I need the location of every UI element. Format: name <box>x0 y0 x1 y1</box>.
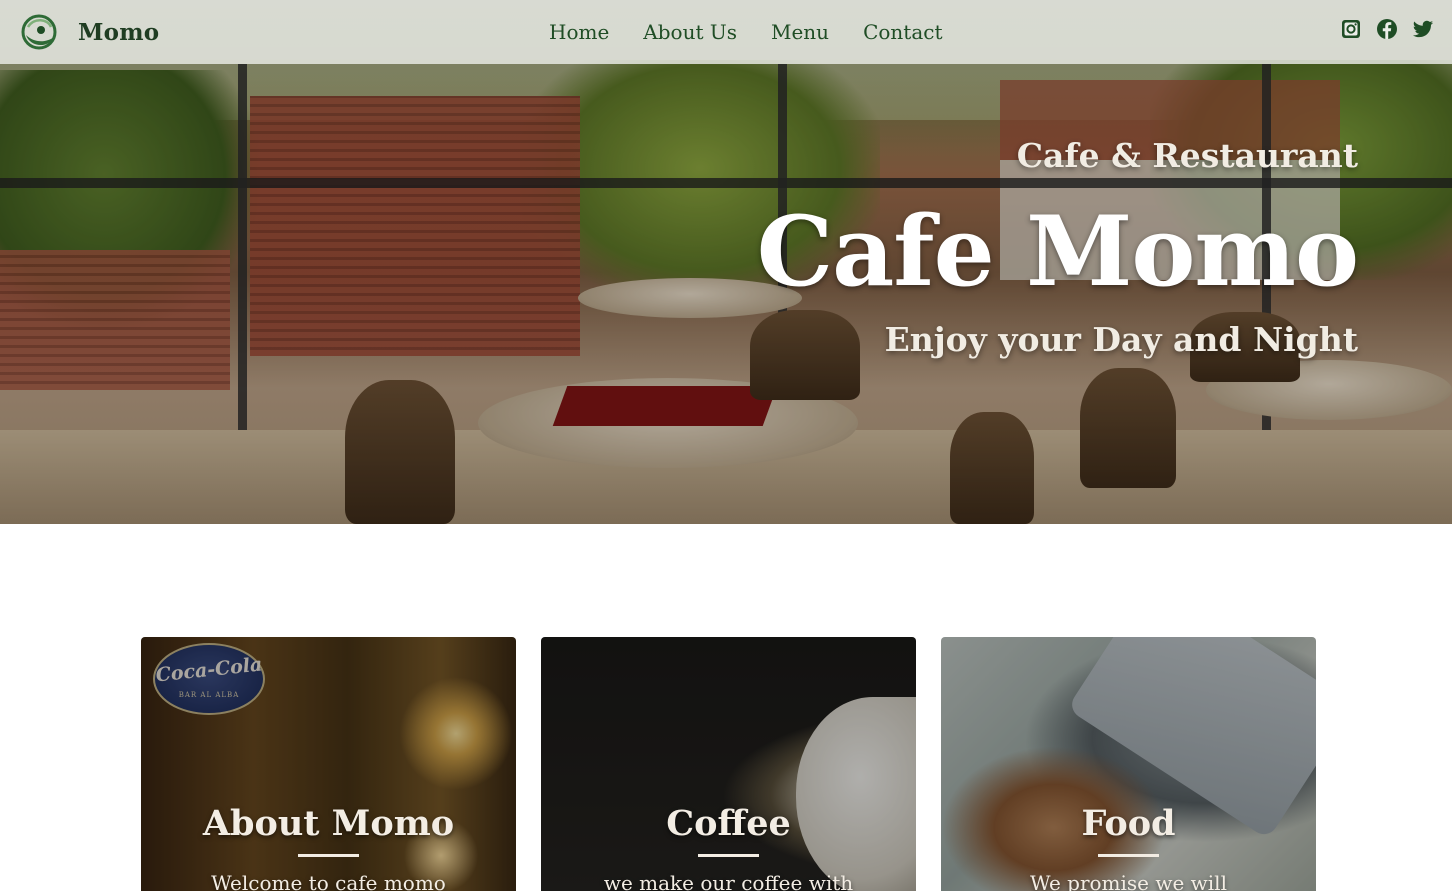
nav-link-contact[interactable]: Contact <box>846 20 959 44</box>
hero-banner: Cafe & Restaurant Cafe Momo Enjoy your D… <box>0 0 1452 524</box>
card-food[interactable]: Food We promise we will <box>941 637 1316 891</box>
card-divider <box>698 854 759 857</box>
social-links <box>1340 18 1434 40</box>
card-text: Welcome to cafe momo <box>211 871 446 891</box>
card-coffee[interactable]: Coffee we make our coffee with <box>541 637 916 891</box>
card-about-momo[interactable]: Coca-Cola BAR AL ALBA About Momo Welcome… <box>141 637 516 891</box>
card-divider <box>298 854 359 857</box>
card-title: About Momo <box>202 803 455 844</box>
card-divider <box>1098 854 1159 857</box>
main-nav: Home About Us Menu Contact <box>532 0 960 64</box>
card-overlay <box>141 637 516 891</box>
hero-text-block: Cafe & Restaurant Cafe Momo Enjoy your D… <box>756 130 1359 364</box>
navbar: Momo Home About Us Menu Contact <box>0 0 1452 64</box>
card-text: We promise we will <box>1030 871 1227 891</box>
card-overlay <box>541 637 916 891</box>
instagram-icon[interactable] <box>1340 18 1362 40</box>
hero-subtitle-bottom: Enjoy your Day and Night <box>884 320 1358 359</box>
nav-link-menu[interactable]: Menu <box>754 20 846 44</box>
twitter-icon[interactable] <box>1412 18 1434 40</box>
card-title: Coffee <box>666 803 791 844</box>
card-text: we make our coffee with <box>603 871 854 891</box>
nav-link-about-us[interactable]: About Us <box>626 20 754 44</box>
card-overlay <box>941 637 1316 891</box>
brand-link[interactable]: Momo <box>20 10 159 54</box>
facebook-icon[interactable] <box>1376 18 1398 40</box>
hero-title: Cafe Momo <box>756 195 1359 308</box>
momo-logo-icon <box>20 13 58 51</box>
feature-cards: Coca-Cola BAR AL ALBA About Momo Welcome… <box>141 637 1316 891</box>
nav-link-home[interactable]: Home <box>532 20 626 44</box>
card-title: Food <box>1081 803 1176 844</box>
hero-subtitle-top: Cafe & Restaurant <box>1016 136 1358 175</box>
brand-name: Momo <box>78 18 160 46</box>
